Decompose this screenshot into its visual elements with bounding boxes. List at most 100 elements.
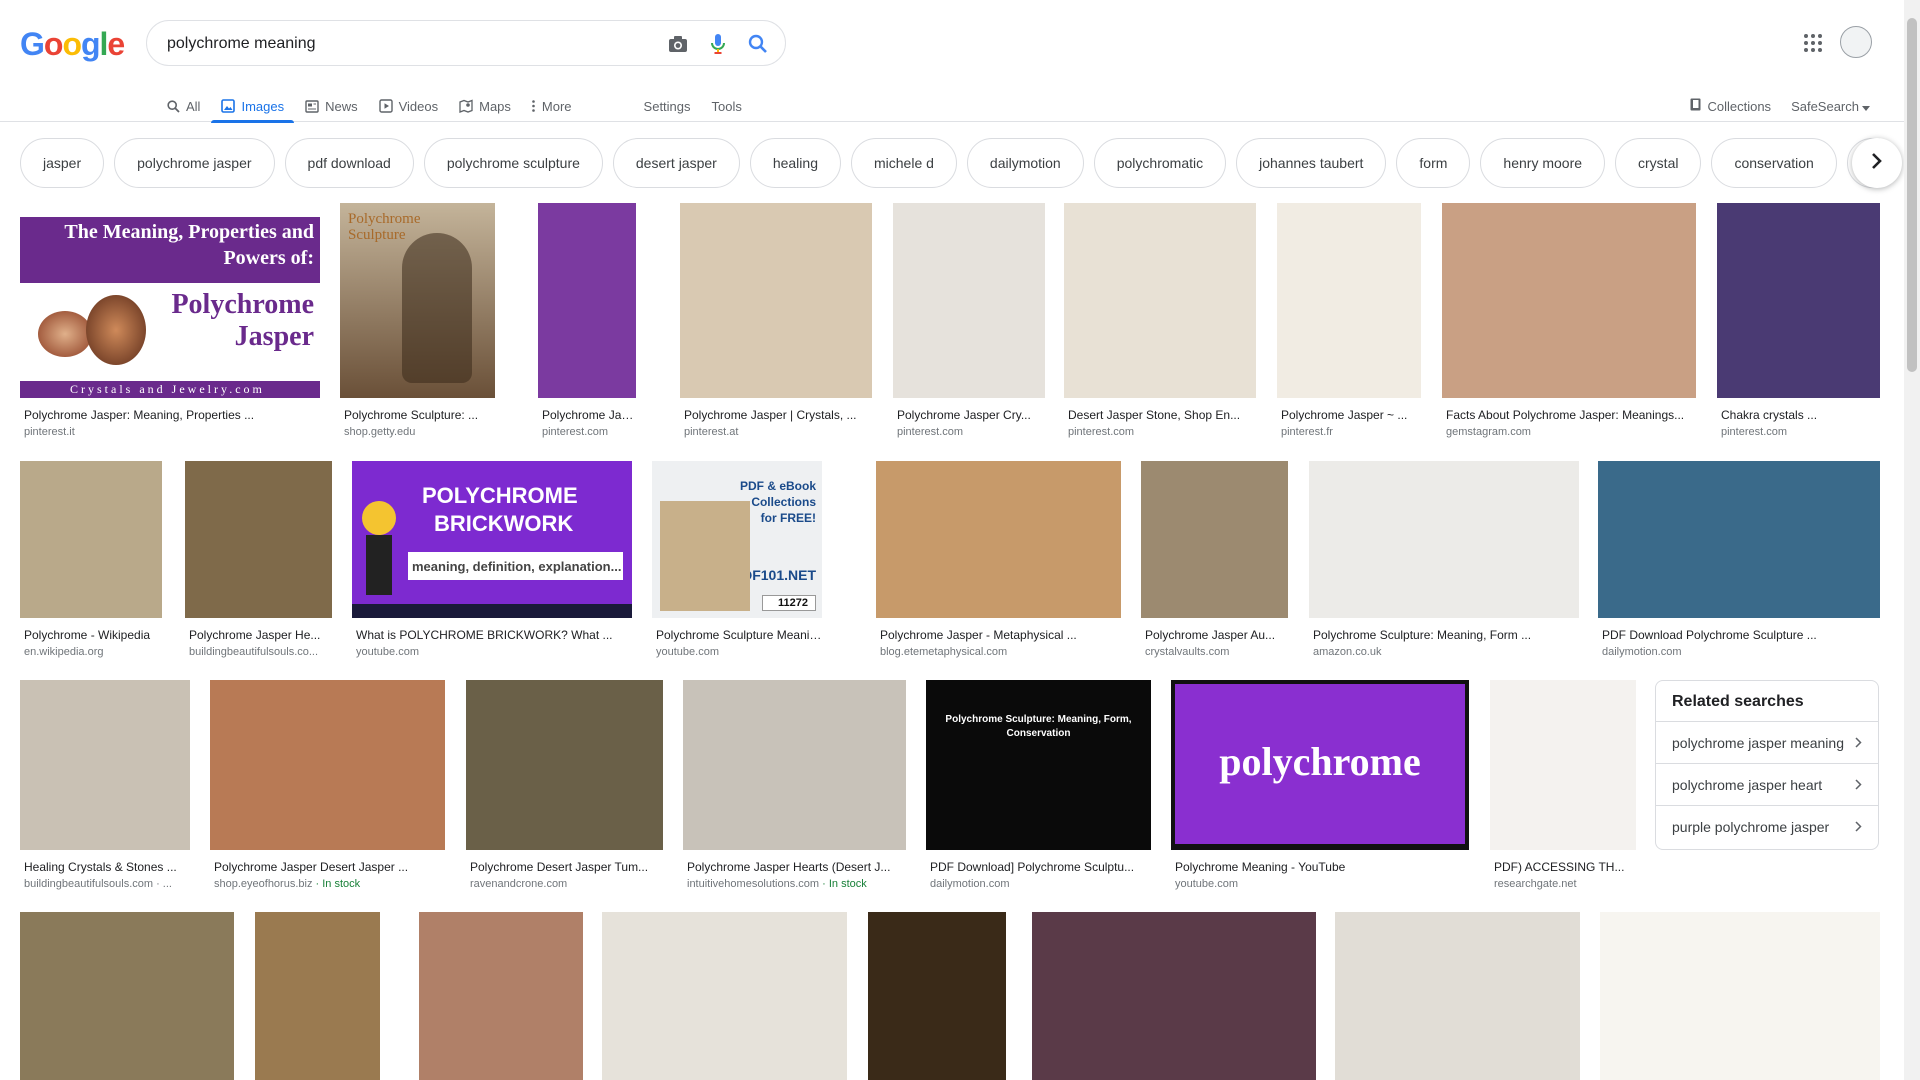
thumb-text: PDF & eBook: [739, 479, 816, 493]
tab-maps[interactable]: Maps: [459, 90, 511, 122]
filter-chip[interactable]: dailymotion: [966, 138, 1084, 188]
apps-grid-icon[interactable]: [1804, 34, 1822, 52]
result-title[interactable]: Polychrome - Wikipedia: [24, 628, 162, 642]
result-thumbnail[interactable]: [1064, 203, 1256, 398]
tab-images[interactable]: Images: [211, 90, 294, 123]
result-title[interactable]: Desert Jasper Stone, Shop En...: [1068, 408, 1256, 422]
result-title[interactable]: Polychrome Sculpture: ...: [344, 408, 495, 422]
result-thumbnail[interactable]: [1442, 203, 1696, 398]
search-input[interactable]: [167, 32, 647, 56]
collections-button[interactable]: Collections: [1690, 98, 1771, 115]
result-title[interactable]: PDF) ACCESSING TH...: [1494, 860, 1636, 874]
filter-chip[interactable]: healing: [749, 138, 841, 188]
result-thumbnail[interactable]: The Meaning, Properties and Powers of: P…: [20, 203, 320, 398]
avatar[interactable]: [1840, 26, 1872, 58]
source-domain: pinterest.at: [684, 426, 739, 438]
filter-chip[interactable]: pdf download: [284, 138, 414, 188]
result-thumbnail[interactable]: [1490, 680, 1636, 850]
result-thumbnail[interactable]: [20, 461, 162, 618]
filter-chip[interactable]: polychrome jasper: [114, 138, 275, 188]
thumb-text: The Meaning, Properties and: [64, 221, 314, 243]
result-thumbnail[interactable]: PDF & eBook Collections for FREE! PDF101…: [652, 461, 822, 618]
result-thumbnail[interactable]: [185, 461, 332, 618]
filter-chip[interactable]: michele d: [850, 138, 957, 188]
result-thumbnail[interactable]: [1309, 461, 1579, 618]
google-logo[interactable]: Google: [20, 26, 125, 63]
filter-chip[interactable]: conservation: [1711, 138, 1837, 188]
result-title[interactable]: Polychrome Jasper He...: [189, 628, 332, 642]
result-title[interactable]: Polychrome Jasper ~ ...: [1281, 408, 1421, 422]
page-scrollbar[interactable]: [1904, 0, 1920, 1080]
safesearch-button[interactable]: SafeSearch: [1791, 99, 1870, 114]
result-title[interactable]: Chakra crystals ...: [1721, 408, 1880, 422]
related-search-item[interactable]: polychrome jasper meaning: [1656, 721, 1878, 763]
tab-news[interactable]: News: [305, 90, 358, 122]
result-thumbnail[interactable]: [1598, 461, 1880, 618]
result-thumbnail[interactable]: polychrome: [1171, 680, 1469, 850]
result-thumbnail[interactable]: [602, 912, 847, 1080]
result-thumbnail[interactable]: [1335, 912, 1580, 1080]
result-thumbnail[interactable]: [876, 461, 1121, 618]
result-thumbnail[interactable]: [255, 912, 380, 1080]
result-thumbnail[interactable]: [683, 680, 906, 850]
scrollbar-thumb[interactable]: [1907, 18, 1917, 372]
result-thumbnail[interactable]: [1600, 912, 1880, 1080]
filter-chip[interactable]: henry moore: [1480, 138, 1606, 188]
filter-chip[interactable]: desert jasper: [612, 138, 740, 188]
result-title[interactable]: Polychrome Jasper Au...: [1145, 628, 1288, 642]
result-title[interactable]: Polychrome Jasper: Meaning, Properties .…: [24, 408, 320, 422]
result-title[interactable]: What is POLYCHROME BRICKWORK? What ...: [356, 628, 632, 642]
result-thumbnail[interactable]: [680, 203, 872, 398]
result-thumbnail[interactable]: Polychrome Sculpture: [340, 203, 495, 398]
tools-link[interactable]: Tools: [712, 90, 742, 122]
filter-chip[interactable]: crystal: [1615, 138, 1702, 188]
result-title[interactable]: Polychrome Sculpture Meaning, ...: [656, 628, 822, 642]
result-thumbnail[interactable]: [20, 912, 234, 1080]
result-title[interactable]: Polychrome Desert Jasper Tum...: [470, 860, 663, 874]
result-thumbnail[interactable]: [868, 912, 1006, 1080]
result-title[interactable]: Polychrome Jasper Cry...: [897, 408, 1045, 422]
camera-icon[interactable]: [667, 33, 689, 55]
result-title[interactable]: Polychrome Jasper Desert Jasper ...: [214, 860, 445, 874]
filter-chip[interactable]: polychromatic: [1093, 138, 1227, 188]
result-thumbnail[interactable]: [210, 680, 445, 850]
search-icon[interactable]: [747, 33, 769, 55]
result-title[interactable]: PDF Download] Polychrome Sculptu...: [930, 860, 1151, 874]
result-thumbnail[interactable]: [538, 203, 636, 398]
tab-more[interactable]: More: [532, 90, 572, 122]
result-thumbnail[interactable]: [1141, 461, 1288, 618]
settings-link[interactable]: Settings: [644, 90, 691, 122]
result-title[interactable]: Healing Crystals & Stones ...: [24, 860, 190, 874]
chips-next-button[interactable]: [1852, 138, 1902, 188]
result-title[interactable]: Polychrome Meaning - YouTube: [1175, 860, 1469, 874]
result-thumbnail[interactable]: [419, 912, 583, 1080]
filter-chip[interactable]: johannes taubert: [1236, 138, 1387, 188]
result-source: youtube.com: [1175, 878, 1469, 890]
result-thumbnail[interactable]: [466, 680, 663, 850]
result-title[interactable]: Polychrome Jasper Hearts (Desert J...: [687, 860, 906, 874]
microphone-icon[interactable]: [707, 33, 729, 55]
result-title[interactable]: Polychrome Jasper - Metaphysical ...: [880, 628, 1121, 642]
filter-chip[interactable]: jasper: [20, 138, 105, 188]
result-title[interactable]: Polychrome Sculpture: Meaning, Form ...: [1313, 628, 1579, 642]
source-domain: youtube.com: [656, 646, 719, 658]
result-thumbnail[interactable]: [20, 680, 190, 850]
related-search-item[interactable]: polychrome jasper heart: [1656, 763, 1878, 805]
result-thumbnail[interactable]: [1032, 912, 1316, 1080]
related-search-item[interactable]: purple polychrome jasper: [1656, 805, 1878, 847]
thumb-text: BRICKWORK: [434, 511, 574, 536]
image-icon: [221, 99, 236, 113]
result-thumbnail[interactable]: [1717, 203, 1880, 398]
result-thumbnail[interactable]: POLYCHROME BRICKWORK meaning, definition…: [352, 461, 632, 618]
result-title[interactable]: PDF Download Polychrome Sculpture ...: [1602, 628, 1880, 642]
tab-videos[interactable]: Videos: [378, 90, 438, 122]
filter-chip[interactable]: form: [1396, 138, 1471, 188]
result-title[interactable]: Polychrome Jasper: M...: [542, 408, 636, 422]
result-thumbnail[interactable]: Polychrome Sculpture: Meaning, Form, Con…: [926, 680, 1151, 850]
tab-all[interactable]: All: [166, 90, 200, 122]
result-title[interactable]: Polychrome Jasper | Crystals, ...: [684, 408, 872, 422]
result-thumbnail[interactable]: [893, 203, 1045, 398]
filter-chip[interactable]: polychrome sculpture: [423, 138, 603, 188]
result-title[interactable]: Facts About Polychrome Jasper: Meanings.…: [1446, 408, 1696, 422]
result-thumbnail[interactable]: [1277, 203, 1421, 398]
